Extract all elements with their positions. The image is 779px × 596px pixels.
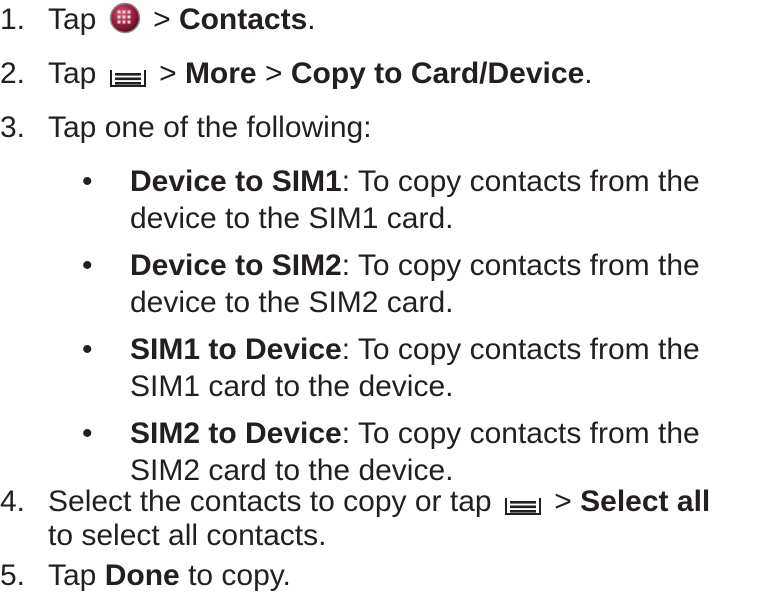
step-pre: Tap xyxy=(48,559,97,592)
step-text: Select the contacts to copy or tap > Sel… xyxy=(48,484,710,520)
step-continuation: to select all contacts. xyxy=(48,519,327,552)
separator: > xyxy=(554,485,572,518)
step-pre: Tap xyxy=(48,3,97,36)
step-pre: Select the contacts to copy or tap xyxy=(48,485,492,518)
option-continuation: SIM1 card to the device. xyxy=(130,370,454,403)
option-desc: : To copy contacts from the xyxy=(341,417,700,450)
option-text: Device to SIM2: To copy contacts from th… xyxy=(130,248,700,284)
step-pre: Tap xyxy=(48,57,97,90)
option-continuation: device to the SIM1 card. xyxy=(130,202,454,235)
apps-icon xyxy=(109,2,141,34)
option-text: SIM1 to Device: To copy contacts from th… xyxy=(130,332,700,368)
step-text: Tap > Contacts. xyxy=(48,2,316,38)
separator: > xyxy=(153,3,171,36)
option-text: SIM2 to Device: To copy contacts from th… xyxy=(130,416,700,452)
option-title: SIM2 to Device xyxy=(130,417,342,450)
step-number: 2. xyxy=(0,57,26,90)
step-text: Tap > More > Copy to Card/Device. xyxy=(48,56,593,92)
step-number: 3. xyxy=(0,111,26,144)
period: . xyxy=(584,57,593,90)
separator: > xyxy=(159,57,177,90)
step-number: 5. xyxy=(0,559,26,592)
select-all-label: Select all xyxy=(580,485,711,518)
step-number: 1. xyxy=(0,3,26,36)
step-text: Tap Done to copy. xyxy=(48,558,291,594)
bullet: • xyxy=(82,165,93,198)
separator: > xyxy=(264,57,283,90)
step-text: Tap one of the following: xyxy=(48,111,372,144)
option-title: SIM1 to Device xyxy=(130,333,342,366)
option-text: Device to SIM1: To copy contacts from th… xyxy=(130,164,700,200)
bullet: • xyxy=(82,249,93,282)
option-desc: : To copy contacts from the xyxy=(341,249,700,282)
contacts-label: Contacts xyxy=(178,3,308,36)
option-title: Device to SIM2 xyxy=(130,249,342,282)
done-label: Done xyxy=(104,559,180,592)
option-continuation: device to the SIM2 card. xyxy=(130,286,454,319)
period: . xyxy=(307,3,316,36)
bullet: • xyxy=(82,417,93,450)
more-label: More xyxy=(184,57,257,90)
option-title: Device to SIM1 xyxy=(130,165,342,198)
copy-to-card-label: Copy to Card/Device xyxy=(290,57,585,90)
bullet: • xyxy=(82,333,93,366)
menu-icon xyxy=(109,62,147,88)
step-number: 4. xyxy=(0,485,26,518)
option-desc: : To copy contacts from the xyxy=(341,165,700,198)
step-post: to copy. xyxy=(188,559,291,592)
option-desc: : To copy contacts from the xyxy=(341,333,700,366)
menu-icon xyxy=(504,490,542,516)
